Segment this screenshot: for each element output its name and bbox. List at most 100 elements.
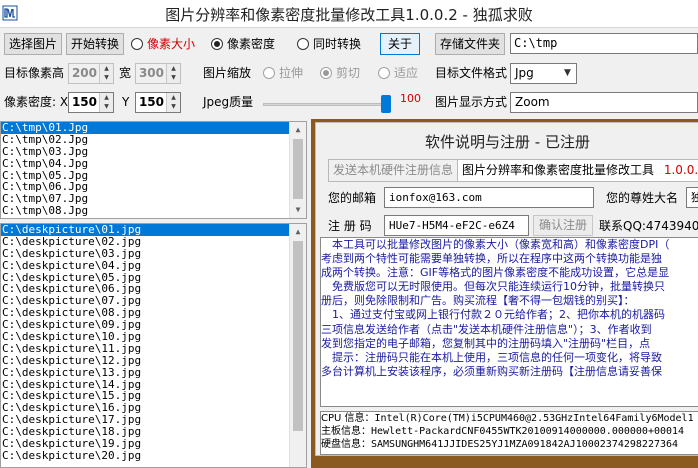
list-item[interactable]: C:\deskpicture\11.jpg [1,342,306,355]
width-value: 300 [138,66,164,80]
density-y-value: 150 [138,95,164,109]
spin-arrows-icon[interactable]: ▲ ▼ [99,64,113,83]
picture-file-list[interactable]: C:\deskpicture\01.jpg C:\deskpicture\02.j… [0,223,307,468]
description-line: 发到您指定的电子邮箱，您复制其中的注册码填入"注册码"栏目，点 [321,336,651,350]
name-input[interactable]: 独 [686,187,698,208]
mode-both-label: 同时转换 [313,37,362,51]
hardware-key: CPU 信息： [321,413,375,424]
list-item[interactable]: C:\deskpicture\02.jpg [1,235,306,248]
start-convert-button[interactable]: 开始转换 [66,33,124,55]
hardware-info: CPU 信息：Intel(R)Core(TM)i5CPUM460@2.53GHz… [320,411,698,455]
name-label: 您的尊姓大名 [606,191,679,205]
mode-both-radio[interactable]: 同时转换 [297,34,361,54]
list-item[interactable]: C:\tmp\08.Jpg [1,205,306,217]
jpeg-quality-value: 100 [400,92,421,105]
display-mode-label: 图片显示方式 [435,95,508,109]
output-folder-input[interactable]: C:\tmp [510,33,698,54]
hardware-value: Hewlett-PackardCNF0455WTK20100914000000.… [371,426,685,437]
email-label: 您的邮箱 [328,191,377,205]
jpeg-quality-label: Jpeg质量 [203,95,254,109]
height-value: 200 [71,66,97,80]
scroll-up-icon[interactable]: ▲ [290,224,306,240]
product-tab-label: 图片分辨率和像素密度批量修改工具 [462,163,655,177]
spin-arrows-icon[interactable]: ▲ ▼ [166,64,180,83]
source-file-list[interactable]: C:\tmp\01.Jpg C:\tmp\02.Jpg C:\tmp\03.Jpg C… [0,121,307,219]
size-row: 目标像素高 200 ▲ ▼ 宽 300 ▲ ▼ 图片缩放 拉伸 剪切 适应 目标文件… [0,61,698,85]
scroll-thumb[interactable] [293,241,303,431]
confirm-register-button[interactable]: 确认注册 [533,215,593,236]
hardware-row: 硬盘信息：SAMSUNGHM641JJIDES25YJ1MZA091842AJ1… [321,438,698,451]
description-text: 本工具可以批量修改图片的像素大小（像素宽和高）和像素密度DPI（ 考虑到两个特性可… [320,237,698,407]
spin-arrows-icon[interactable]: ▲ ▼ [166,93,180,112]
description-line: 提示：注册码只能在本机上使用，三项信息的任何一项变化，将导致 [321,350,662,364]
product-tab[interactable]: 图片分辨率和像素密度批量修改工具 1.0.0. [457,159,698,182]
version-label: 1.0.0. [663,163,698,177]
target-pixel-height-label: 目标像素高 [4,66,65,80]
density-y-stepper[interactable]: 150 ▲ ▼ [135,92,181,113]
scroll-up-icon[interactable]: ▲ [290,122,306,138]
radio-unchecked-icon [263,67,275,79]
spin-arrows-icon[interactable]: ▲ ▼ [99,93,113,112]
scroll-down-icon[interactable]: ▼ [290,202,306,218]
description-line: 本工具可以批量修改图片的像素大小（像素宽和高）和像素密度DPI（ [321,238,670,251]
scale-fit-radio[interactable]: 适应 [378,63,418,83]
list-item[interactable]: C:\deskpicture\03.jpg [1,247,306,260]
send-info-tab[interactable]: 发送本机硬件注册信息 [328,159,459,182]
description-line: 考虑到两个特性可能需要单独转换，所以在程序中这两个转换功能是独 [321,252,662,266]
list-item[interactable]: C:\deskpicture\04.jpg [1,259,306,272]
image-preview: 软件说明与注册 - 已注册 发送本机硬件注册信息 图片分辨率和像素密度批量修改工… [311,119,698,468]
description-line: 免费版您可以无时限使用。但每次只能连续运行10分钟，批量转换只 [321,280,665,294]
mode-pixel-size-radio[interactable]: 像素大小 [131,34,195,54]
slider-thumb[interactable] [381,95,391,113]
radio-checked-icon [211,38,223,50]
list-item[interactable]: C:\deskpicture\12.jpg [1,354,306,367]
display-mode-value: Zoom [515,95,550,109]
source-list-scrollbar[interactable]: ▲ ▼ [289,122,306,218]
list-item[interactable]: C:\deskpicture\13.jpg [1,366,306,379]
choose-image-button[interactable]: 选择图片 [4,33,62,55]
jpeg-quality-slider[interactable] [263,95,391,113]
reg-code-input[interactable]: HUe7-H5M4-eF2C-e6Z4 [384,215,529,236]
picture-list-scrollbar[interactable]: ▲ [289,224,306,467]
hardware-value: SAMSUNGHM641JJIDES25YJ1MZA091842AJ100023… [371,439,679,450]
mode-pixel-density-label: 像素密度 [227,37,276,51]
width-label: 宽 [119,66,132,80]
chevron-down-icon[interactable]: ▼ [559,64,576,83]
height-stepper[interactable]: 200 ▲ ▼ [68,63,114,84]
about-button[interactable]: 关于 [380,33,420,55]
list-item[interactable]: C:\tmp\02.Jpg [1,133,306,146]
density-y-label: Y [122,95,130,109]
registration-dialog: 软件说明与注册 - 已注册 发送本机硬件注册信息 图片分辨率和像素密度批量修改工… [315,122,698,456]
width-stepper[interactable]: 300 ▲ ▼ [135,63,181,84]
reg-code-label: 注 册 码 [328,219,372,233]
contact-qq: 联系QQ:474394001 [599,219,698,233]
mode-pixel-density-radio[interactable]: 像素密度 [211,34,275,54]
slider-track [263,103,391,106]
density-x-stepper[interactable]: 150 ▲ ▼ [68,92,114,113]
hardware-key: 硬盘信息： [321,439,371,450]
list-item[interactable]: C:\deskpicture\20.jpg [1,449,306,462]
hardware-row: 主板信息：Hewlett-PackardCNF0455WTK2010091400… [321,425,698,438]
scale-crop-radio[interactable]: 剪切 [320,63,360,83]
window-title: 图片分辨率和像素密度批量修改工具1.0.0.2 - 独孤求败 [165,6,533,24]
scroll-thumb[interactable] [293,139,303,199]
scale-fit-label: 适应 [394,66,419,80]
description-line: 1、通过支付宝或网上银行付款２０元给作者；2、把你本机的机器码 [321,308,665,322]
description-line: 三项信息发送给作者（点击"发送本机硬件注册信息"）；3、作者收到 [321,322,652,336]
output-folder-button[interactable]: 存储文件夹 [435,33,505,55]
hardware-key: 主板信息： [321,426,371,437]
description-line: 成两个转换。注意：GIF等格式的图片像素密度不能成功设置，它总是显 [321,266,670,280]
description-line: 册后，则免除限制和广告。购买流程【奢不得一包烟钱的别买】： [321,294,635,308]
display-mode-select[interactable]: Zoom [510,92,698,113]
format-label: 目标文件格式 [435,66,508,80]
toolbar-row: 选择图片 开始转换 像素大小 像素密度 同时转换 关于 存储文件夹 C:\tmp [0,32,698,56]
list-item[interactable]: C:\tmp\03.Jpg [1,145,306,158]
description-line: 多台计算机上安装该程序，必须重新购买新注册码【注册信息请妥善保 [321,364,662,378]
scale-label: 图片缩放 [203,66,252,80]
email-input[interactable]: ionfox@163.com [384,187,594,208]
scale-stretch-radio[interactable]: 拉伸 [263,63,303,83]
format-value: Jpg [515,66,534,80]
density-x-value: 150 [71,95,97,109]
format-select[interactable]: Jpg ▼ [510,63,577,84]
list-item[interactable]: C:\tmp\04.Jpg [1,157,306,170]
